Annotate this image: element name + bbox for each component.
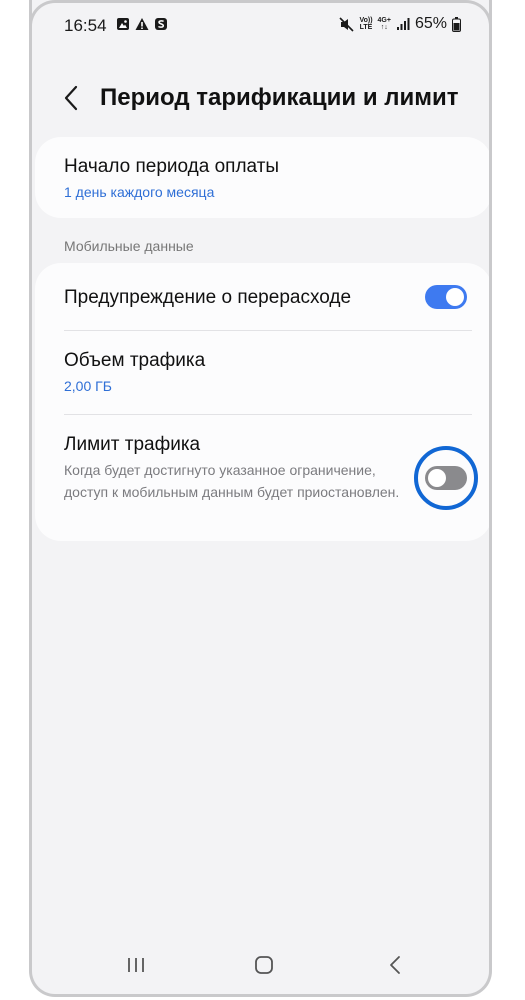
billing-start-title: Начало периода оплаты: [64, 156, 280, 177]
gallery-icon: [117, 18, 129, 30]
traffic-volume-value: 2,00 ГБ: [64, 378, 112, 394]
page-title: Период тарификации и лимит: [100, 84, 459, 111]
home-icon: [255, 956, 273, 974]
traffic-limit-description: Когда будет достигнуто указанное огранич…: [64, 462, 400, 500]
navigation-bar: [32, 938, 489, 994]
traffic-volume-title: Объем трафика: [64, 350, 206, 371]
billing-start-value: 1 день каждого месяца: [64, 184, 215, 200]
home-button[interactable]: [249, 950, 279, 980]
chevron-left-icon: [64, 85, 78, 111]
volte-icon: Vo)) LTE: [359, 17, 373, 31]
billing-start-row[interactable]: Начало периода оплаты 1 день каждого мес…: [35, 137, 489, 218]
battery-icon: [452, 16, 461, 32]
battery-percent: 65%: [414, 15, 447, 32]
4g-icon: 4G+ ↑↓: [377, 17, 391, 31]
s-app-icon: [155, 18, 167, 30]
alert-icon: [135, 18, 149, 30]
back-icon: [390, 956, 400, 974]
status-notification-icons: [116, 17, 168, 31]
status-system-icons: Vo)) LTE 4G+ ↑↓ 65%: [339, 15, 461, 33]
mobile-data-card: Предупреждение о перерасходе Объем трафи…: [35, 263, 489, 541]
traffic-limit-title: Лимит трафика: [64, 434, 201, 455]
toggle-knob: [446, 288, 464, 306]
highlight-ring: [414, 446, 478, 510]
status-time: 16:54: [64, 16, 107, 35]
traffic-limit-row[interactable]: Лимит трафика Когда будет достигнуто ука…: [35, 415, 489, 541]
mute-icon: [339, 16, 355, 32]
overuse-warning-toggle[interactable]: [425, 285, 467, 309]
recents-icon: [128, 958, 144, 972]
section-label-mobile-data: Мобильные данные: [64, 238, 194, 254]
phone-screen: 16:54 Vo)) LTE 4G+ ↑↓ 65% Период тарифик…: [29, 0, 492, 997]
nav-back-button[interactable]: [380, 950, 410, 980]
overuse-warning-row[interactable]: Предупреждение о перерасходе: [35, 263, 489, 330]
overuse-warning-title: Предупреждение о перерасходе: [64, 287, 352, 308]
status-bar: 16:54 Vo)) LTE 4G+ ↑↓ 65%: [32, 0, 489, 50]
app-header: Период тарификации и лимит: [32, 78, 489, 118]
recents-button[interactable]: [121, 950, 151, 980]
traffic-volume-row[interactable]: Объем трафика 2,00 ГБ: [35, 331, 489, 414]
back-button[interactable]: [56, 82, 86, 114]
signal-icon: [396, 18, 410, 30]
